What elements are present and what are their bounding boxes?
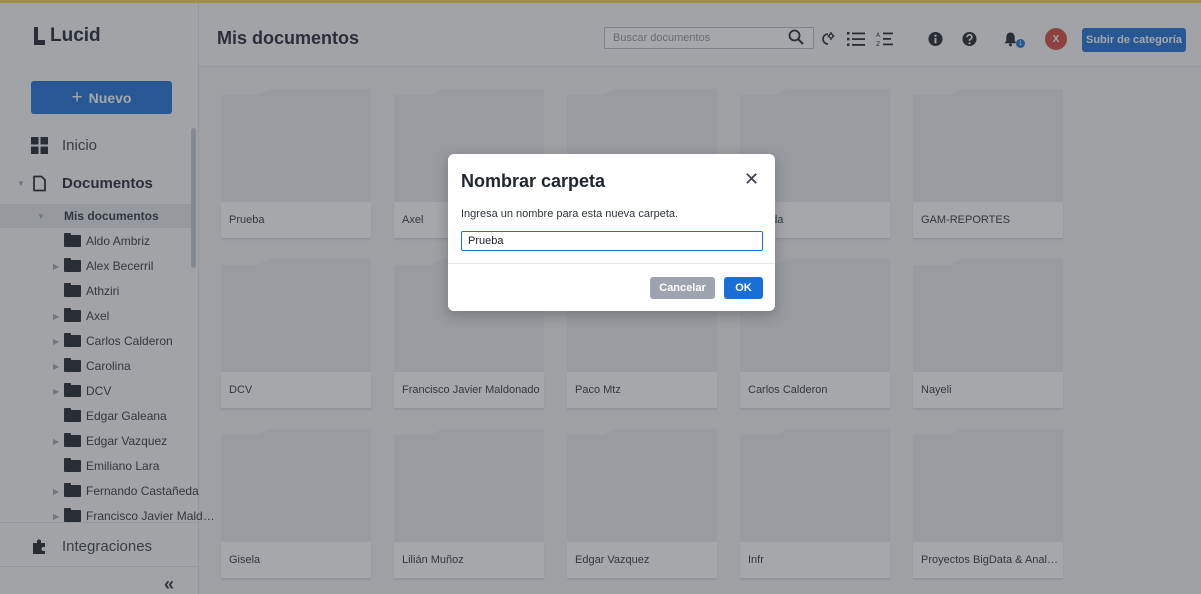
folder-name-input[interactable] bbox=[461, 231, 763, 251]
name-folder-dialog: Nombrar carpeta ✕ Ingresa un nombre para… bbox=[448, 154, 775, 311]
dialog-description: Ingresa un nombre para esta nueva carpet… bbox=[461, 208, 679, 220]
cancel-button[interactable]: Cancelar bbox=[650, 277, 715, 299]
dialog-title: Nombrar carpeta bbox=[461, 171, 606, 191]
dialog-divider bbox=[448, 263, 775, 264]
ok-button[interactable]: OK bbox=[724, 277, 763, 299]
close-icon[interactable]: ✕ bbox=[744, 170, 759, 188]
